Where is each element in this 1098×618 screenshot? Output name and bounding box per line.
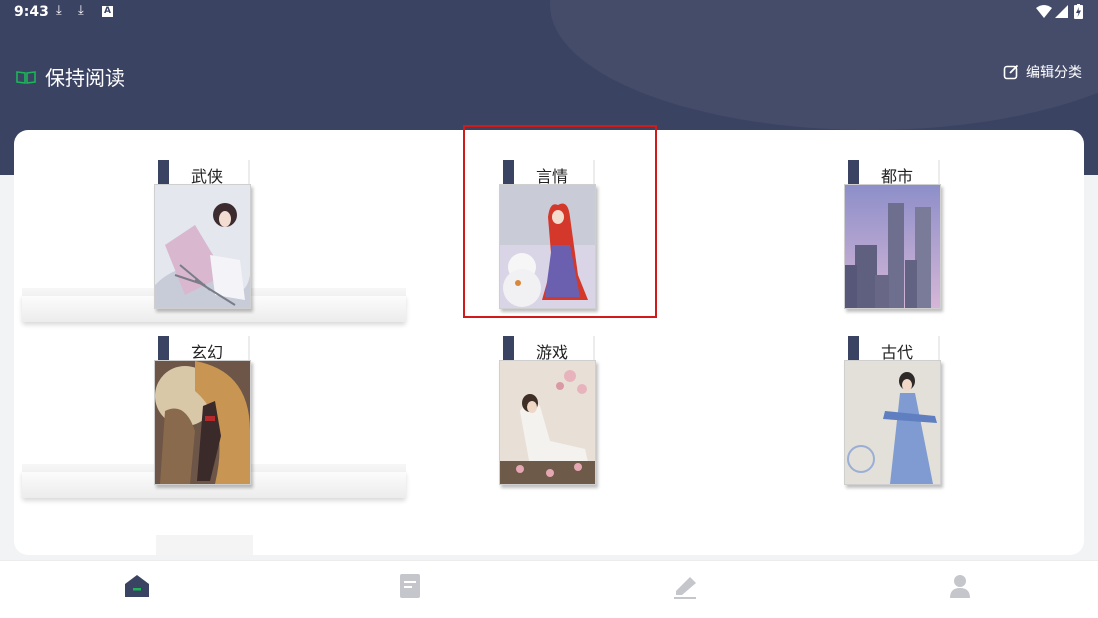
category-fantasy[interactable]: 玄幻 (108, 336, 308, 496)
label-marker (158, 160, 169, 186)
edit-category-label: 编辑分类 (1026, 65, 1082, 81)
category-romance[interactable]: 言情 (453, 160, 653, 320)
category-ancient[interactable]: 古代 (798, 336, 998, 496)
status-time: 9:43 (14, 4, 49, 20)
book-cover-romance[interactable] (499, 184, 596, 309)
user-icon[interactable] (945, 571, 975, 601)
category-urban[interactable]: 都市 (798, 160, 998, 320)
notification-a-icon: A (102, 6, 113, 17)
battery-icon (1074, 4, 1083, 19)
bottom-tab-bar (0, 560, 1098, 618)
category-wuxia[interactable]: 武侠 (108, 160, 308, 320)
document-icon[interactable] (395, 571, 425, 601)
edit-category-button[interactable]: 编辑分类 (1003, 62, 1082, 82)
label-marker (158, 336, 169, 362)
home-icon[interactable] (122, 571, 152, 601)
book-cover-fantasy[interactable] (154, 360, 251, 485)
label-marker (503, 336, 514, 362)
category-game[interactable]: 游戏 (453, 336, 653, 496)
book-cover-wuxia[interactable] (154, 184, 251, 309)
book-cover-urban[interactable] (844, 184, 941, 309)
wifi-icon (1036, 5, 1052, 18)
page-title: 保持阅读 (45, 66, 125, 90)
label-marker (848, 160, 859, 186)
signal-icon (1055, 5, 1068, 18)
label-marker (503, 160, 514, 186)
next-shelf-stub (156, 535, 253, 555)
book-cover-game[interactable] (499, 360, 596, 485)
book-cover-ancient[interactable] (844, 360, 941, 485)
edit-icon (1003, 64, 1019, 80)
download-icon: ⤓ (78, 3, 84, 18)
open-book-icon (16, 70, 36, 84)
status-bar: 9:43 ⤓ ⤓ A (0, 0, 1098, 24)
download-icon: ⤓ (56, 3, 62, 18)
bookshelf-card: 武侠 言情 都市 玄幻 游戏 古代 (14, 130, 1084, 555)
pen-icon[interactable] (670, 571, 700, 601)
page-header: 保持阅读 (16, 62, 125, 91)
label-marker (848, 336, 859, 362)
